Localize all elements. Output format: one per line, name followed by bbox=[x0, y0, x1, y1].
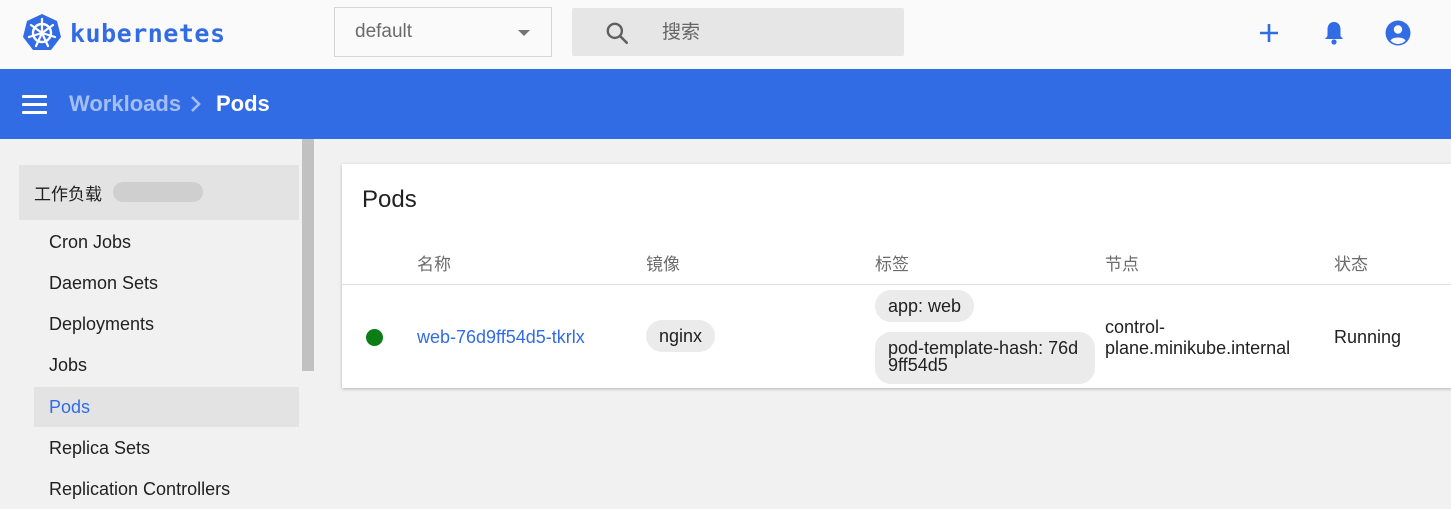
card-title: Pods bbox=[362, 186, 417, 213]
sidebar-group-pill bbox=[113, 182, 203, 202]
breadcrumb-current: Pods bbox=[216, 91, 270, 116]
column-header-status: 状态 bbox=[1334, 255, 1368, 275]
bell-icon[interactable] bbox=[1319, 18, 1349, 48]
hamburger-menu-icon[interactable] bbox=[22, 95, 47, 114]
column-header-image: 镜像 bbox=[646, 255, 680, 275]
column-header-node: 节点 bbox=[1105, 255, 1139, 275]
breadcrumb-bar: Workloads Pods bbox=[0, 69, 1451, 139]
caret-down-icon bbox=[518, 30, 530, 36]
sidebar-item-daemon-sets[interactable]: Daemon Sets bbox=[34, 263, 299, 303]
sidebar-item-deployments[interactable]: Deployments bbox=[34, 304, 299, 344]
sidebar: 工作负载 Cron Jobs Daemon Sets Deployments J… bbox=[0, 139, 314, 507]
logo[interactable]: kubernetes bbox=[22, 13, 226, 53]
sidebar-scrollbar[interactable] bbox=[302, 139, 314, 371]
namespace-value: default bbox=[355, 21, 413, 42]
search-input[interactable] bbox=[662, 8, 892, 56]
label-chip: pod-template-hash: 76d9ff54d5 bbox=[875, 332, 1095, 384]
account-circle-icon[interactable] bbox=[1383, 18, 1413, 48]
sidebar-item-replication-controllers[interactable]: Replication Controllers bbox=[34, 469, 299, 509]
column-header-labels: 标签 bbox=[875, 255, 909, 275]
table-header-divider bbox=[342, 284, 1451, 285]
sidebar-group-workloads[interactable]: 工作负载 bbox=[19, 165, 299, 220]
top-toolbar: kubernetes default bbox=[0, 0, 1451, 69]
pod-name-link[interactable]: web-76d9ff54d5-tkrlx bbox=[417, 327, 585, 348]
sidebar-item-jobs[interactable]: Jobs bbox=[34, 345, 299, 385]
sidebar-item-replica-sets[interactable]: Replica Sets bbox=[34, 428, 299, 468]
column-header-name[interactable]: 名称 bbox=[417, 250, 451, 275]
search-box[interactable] bbox=[572, 8, 904, 56]
image-chip: nginx bbox=[646, 320, 716, 352]
pods-card: Pods 名称 镜像 标签 节点 状态 web-76d9ff54d5-tkrlx… bbox=[342, 164, 1451, 388]
search-icon bbox=[606, 22, 629, 45]
sidebar-item-cron-jobs[interactable]: Cron Jobs bbox=[34, 222, 299, 262]
chevron-right-icon bbox=[191, 96, 201, 112]
logo-text: kubernetes bbox=[70, 18, 226, 48]
sidebar-item-pods[interactable]: Pods bbox=[34, 387, 299, 427]
node-name: control-plane.minikube.internal bbox=[1105, 317, 1291, 358]
sidebar-group-label: 工作负载 bbox=[34, 185, 102, 205]
kubernetes-logo-icon bbox=[23, 14, 61, 50]
status-running-icon bbox=[366, 329, 383, 346]
breadcrumb-workloads[interactable]: Workloads bbox=[69, 91, 181, 117]
plus-icon[interactable] bbox=[1254, 18, 1284, 48]
pod-status: Running bbox=[1334, 327, 1402, 347]
namespace-select[interactable]: default bbox=[334, 7, 552, 57]
label-chip: app: web bbox=[875, 290, 975, 322]
